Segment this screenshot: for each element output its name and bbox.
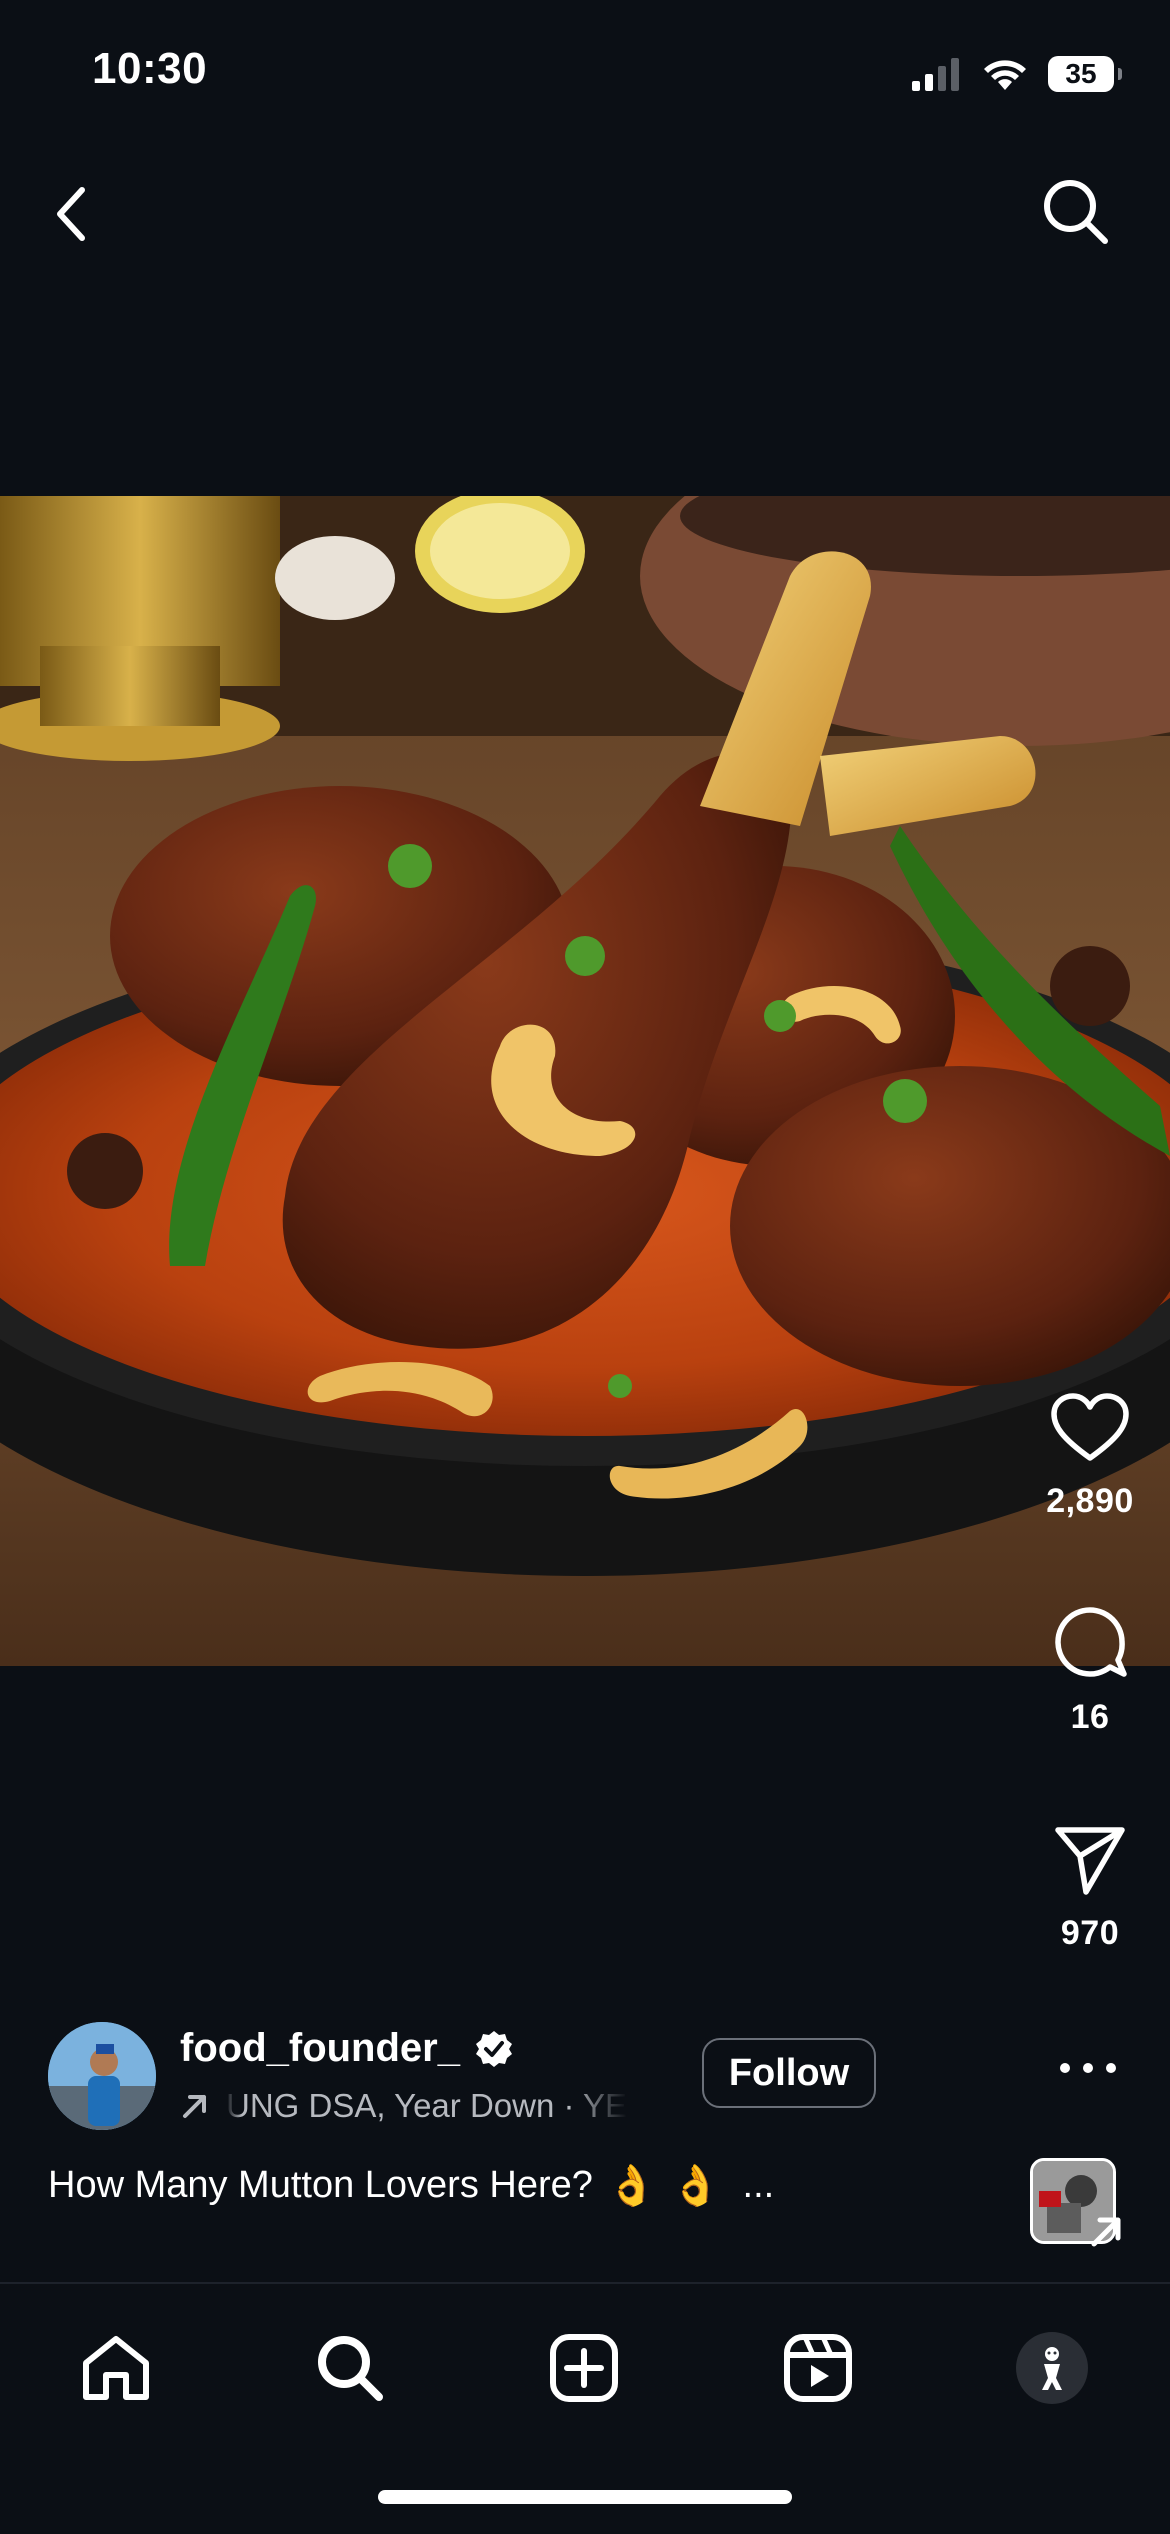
avatar-image [48, 2022, 156, 2130]
profile-avatar-image [1042, 2347, 1062, 2390]
username[interactable]: food_founder_ [180, 2026, 460, 2071]
status-time: 10:30 [92, 44, 208, 93]
tab-reels[interactable] [768, 2318, 868, 2418]
comment-action[interactable]: 16 [1010, 1604, 1170, 1737]
status-icons: 35 [912, 50, 1122, 98]
profile-avatar [1016, 2332, 1088, 2404]
arrow-up-right-icon [1091, 2217, 1121, 2247]
follow-button[interactable]: Follow [702, 2038, 876, 2108]
heart-icon [1051, 1393, 1129, 1461]
more-options-button[interactable] [1060, 2048, 1116, 2088]
plus-square-icon [550, 2334, 618, 2402]
tab-home[interactable] [66, 2318, 166, 2418]
tab-create[interactable] [534, 2318, 634, 2418]
battery-level: 35 [1065, 58, 1097, 89]
search-icon [318, 2336, 383, 2401]
send-icon [1055, 1827, 1125, 1895]
caption[interactable]: How Many Mutton Lovers Here? 👌 👌 ... [48, 2162, 948, 2209]
ok-hand-emoji: 👌 [606, 2163, 657, 2209]
audio-track-text: UNG DSA, Year Down · YE [226, 2087, 628, 2124]
share-action[interactable]: 970 [1010, 1824, 1170, 1953]
wifi-icon [984, 60, 1026, 90]
search-icon [1044, 180, 1108, 244]
like-action[interactable]: 2,890 [1010, 1392, 1170, 1521]
cellular-signal-icon [912, 58, 959, 91]
more-dot [1060, 2063, 1070, 2073]
verified-badge-icon [475, 2030, 512, 2067]
status-bar: 10:30 35 [0, 0, 1170, 140]
post-image[interactable] [0, 496, 1170, 1666]
comment-count: 16 [1070, 1698, 1110, 1736]
caption-more[interactable]: ... [743, 2164, 775, 2207]
chevron-left-icon [57, 187, 85, 241]
like-count: 2,890 [1046, 1482, 1134, 1520]
top-search-button[interactable] [1036, 172, 1116, 252]
share-count: 970 [1060, 1914, 1120, 1952]
audio-line[interactable]: UNG DSA, Year Down · YE [180, 2084, 720, 2128]
home-icon [83, 2336, 149, 2400]
back-button[interactable] [40, 176, 104, 252]
tab-profile[interactable] [1002, 2318, 1102, 2418]
home-indicator [378, 2490, 792, 2504]
trending-arrow-icon [183, 2095, 206, 2118]
avatar[interactable] [48, 2022, 156, 2130]
ok-hand-emoji: 👌 [670, 2163, 721, 2209]
caption-text: How Many Mutton Lovers Here? [48, 2164, 593, 2206]
username-line: food_founder_ [180, 2026, 514, 2071]
reels-icon [784, 2334, 852, 2402]
comment-icon [1055, 1607, 1127, 1677]
battery-icon: 35 [1048, 56, 1122, 92]
more-dot [1106, 2063, 1116, 2073]
author-row: food_founder_ UNG DSA, Year Down · YE Fo… [48, 2022, 948, 2132]
food-photo [0, 496, 1170, 1666]
tab-search[interactable] [300, 2318, 400, 2418]
more-dot [1083, 2063, 1093, 2073]
